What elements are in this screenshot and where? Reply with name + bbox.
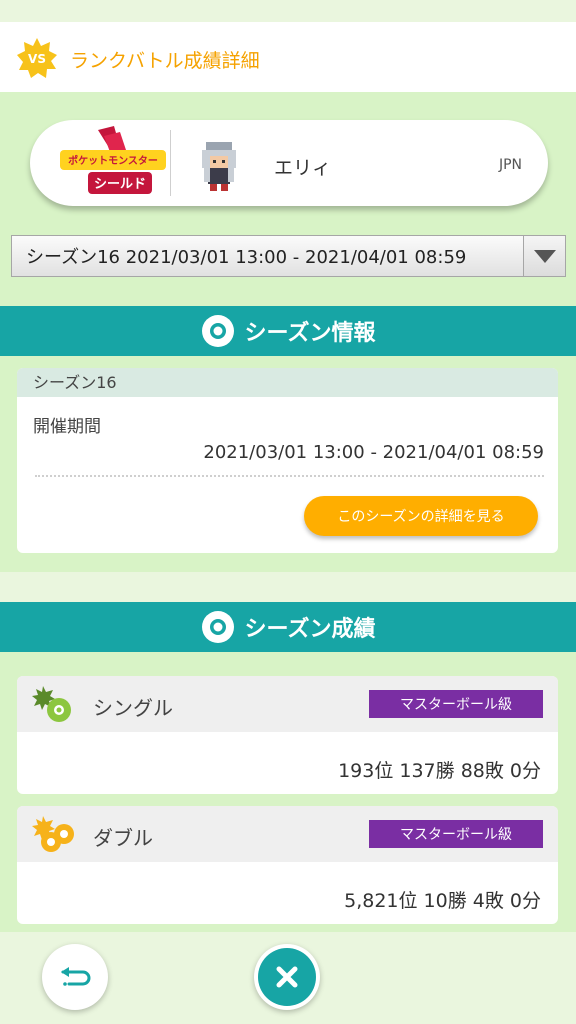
season-select-value: シーズン16 2021/03/01 13:00 - 2021/04/01 08:… bbox=[26, 247, 467, 268]
game-logo-shield: ポケットモンスター シールド bbox=[60, 126, 166, 194]
card-divider bbox=[170, 130, 171, 196]
season-name: シーズン16 bbox=[17, 368, 558, 397]
pokeball-icon bbox=[201, 611, 234, 643]
trainer-card: ポケットモンスター シールド エリィ JPN bbox=[30, 120, 548, 206]
mode-name: ダブル bbox=[93, 826, 153, 850]
mode-name: シングル bbox=[93, 696, 173, 720]
app-header: VS ランクバトル成績詳細 bbox=[0, 22, 576, 92]
rank-badge: マスターボール級 bbox=[369, 820, 543, 848]
trainer-region: JPN bbox=[498, 157, 522, 173]
season-info-card: シーズン16 開催期間 2021/03/01 13:00 - 2021/04/0… bbox=[17, 368, 558, 553]
return-arrow-icon bbox=[61, 967, 91, 986]
season-details-button[interactable]: このシーズンの詳細を見る bbox=[304, 496, 538, 536]
period-label: 開催期間 bbox=[33, 417, 101, 437]
vs-badge-text: VS bbox=[28, 52, 46, 66]
pokeball-icon bbox=[201, 315, 234, 347]
double-battle-icon bbox=[32, 816, 74, 852]
trainer-avatar bbox=[202, 142, 236, 191]
single-battle-head: シングル マスターボール級 bbox=[17, 676, 558, 732]
season-info-header: シーズン情報 bbox=[0, 306, 576, 356]
double-battle-card: ダブル マスターボール級 5,821位 10勝 4敗 0分 bbox=[17, 806, 558, 924]
rank-badge: マスターボール級 bbox=[369, 690, 543, 718]
close-button[interactable] bbox=[254, 944, 320, 1010]
back-button[interactable] bbox=[42, 944, 108, 1010]
single-battle-icon bbox=[32, 686, 71, 722]
page-title: ランクバトル成績詳細 bbox=[70, 50, 260, 72]
dropdown-arrow-icon[interactable] bbox=[523, 236, 565, 276]
dotted-divider bbox=[35, 475, 544, 477]
game-logo-line2: シールド bbox=[94, 177, 146, 192]
trainer-name: エリィ bbox=[274, 157, 332, 179]
mode-record: 193位 137勝 88敗 0分 bbox=[338, 760, 541, 782]
season-results-header: シーズン成績 bbox=[0, 602, 576, 652]
season-info-title: シーズン情報 bbox=[244, 321, 376, 346]
close-x-icon bbox=[258, 948, 316, 1006]
game-logo-line1: ポケットモンスター bbox=[68, 154, 158, 167]
mode-record: 5,821位 10勝 4敗 0分 bbox=[344, 890, 541, 912]
double-battle-head: ダブル マスターボール級 bbox=[17, 806, 558, 862]
season-results-title: シーズン成績 bbox=[244, 617, 376, 642]
single-battle-card: シングル マスターボール級 193位 137勝 88敗 0分 bbox=[17, 676, 558, 794]
period-value: 2021/03/01 13:00 - 2021/04/01 08:59 bbox=[203, 442, 544, 463]
vs-badge-icon: VS bbox=[17, 38, 57, 78]
season-select[interactable]: シーズン16 2021/03/01 13:00 - 2021/04/01 08:… bbox=[11, 235, 566, 277]
